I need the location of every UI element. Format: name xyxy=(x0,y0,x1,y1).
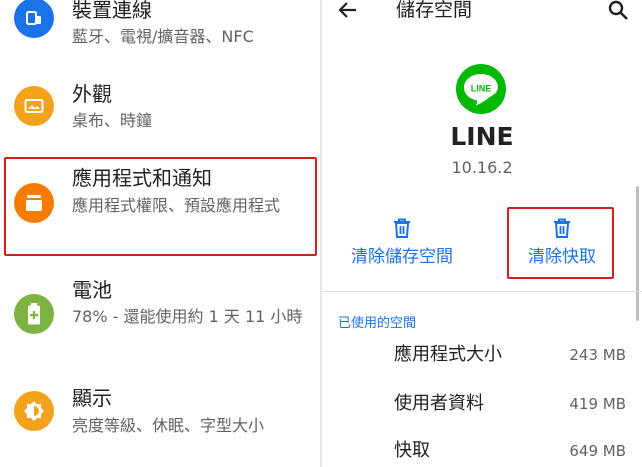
battery-icon xyxy=(14,294,54,334)
settings-item-title: 電池 xyxy=(72,278,112,302)
settings-list: 裝置連線 藍牙、電視/擴音器、NFC 外觀 桌布、時鐘 應用程式和通知 應用程式… xyxy=(0,0,321,467)
usage-label: 使用者資料 xyxy=(394,393,484,414)
wallpaper-icon xyxy=(14,86,54,126)
settings-item-device-connection[interactable]: 裝置連線 藍牙、電視/擴音器、NFC xyxy=(0,0,321,62)
clear-storage-button[interactable]: 清除儲存空間 xyxy=(322,198,482,284)
settings-item-subtitle: 桌布、時鐘 xyxy=(72,111,153,130)
settings-item-title: 外觀 xyxy=(72,82,112,106)
top-app-bar: 儲存空間 xyxy=(322,0,642,24)
display-brightness-icon xyxy=(14,391,54,431)
settings-item-subtitle: 藍牙、電視/擴音器、NFC xyxy=(72,27,254,46)
usage-row-cache: 快取 649 MB xyxy=(322,438,642,467)
search-icon[interactable] xyxy=(607,0,629,21)
page-title: 儲存空間 xyxy=(396,0,473,21)
usage-value: 649 MB xyxy=(569,442,626,460)
highlight-frame xyxy=(4,157,317,256)
settings-item-appearance[interactable]: 外觀 桌布、時鐘 xyxy=(0,78,321,140)
back-arrow-icon[interactable] xyxy=(336,0,360,22)
usage-row-app-size: 應用程式大小 243 MB xyxy=(322,342,642,372)
usage-label: 應用程式大小 xyxy=(394,344,502,365)
trash-icon xyxy=(394,218,410,238)
storage-panel: 儲存空間 LINE LINE 10.16.2 清除儲存空間 清除快取 已使用的空… xyxy=(322,0,642,467)
usage-value: 419 MB xyxy=(569,395,626,413)
line-logo-text: LINE xyxy=(471,84,492,94)
settings-item-display[interactable]: 顯示 亮度等級、休眠、字型大小 xyxy=(0,380,321,460)
section-header-used-space: 已使用的空間 xyxy=(338,316,417,331)
line-app-logo: LINE xyxy=(456,64,506,114)
divider xyxy=(322,291,642,292)
highlight-frame xyxy=(507,207,614,279)
device-connection-icon xyxy=(14,0,54,38)
settings-item-title: 顯示 xyxy=(72,386,112,410)
usage-value: 243 MB xyxy=(569,346,626,364)
app-version: 10.16.2 xyxy=(451,158,513,177)
usage-row-user-data: 使用者資料 419 MB xyxy=(322,391,642,421)
clear-storage-label: 清除儲存空間 xyxy=(351,247,453,267)
settings-item-subtitle: 78% - 還能使用約 1 天 11 小時 xyxy=(72,307,303,326)
app-name: LINE xyxy=(450,122,514,151)
settings-item-battery[interactable]: 電池 78% - 還能使用約 1 天 11 小時 xyxy=(0,270,321,362)
settings-item-subtitle: 亮度等級、休眠、字型大小 xyxy=(72,416,265,435)
usage-label: 快取 xyxy=(394,440,430,461)
settings-item-title: 裝置連線 xyxy=(72,0,152,22)
